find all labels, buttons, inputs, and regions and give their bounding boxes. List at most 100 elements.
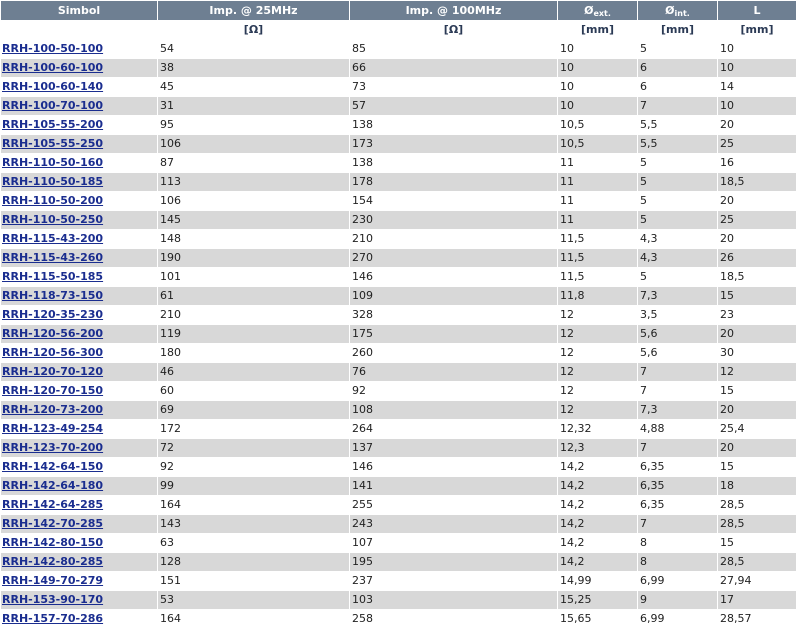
cell-length: 25,4 [718,420,796,438]
product-link[interactable]: RRH-110-50-250 [2,213,103,226]
table-row: RRH-149-70-279 151 237 14,99 6,99 27,94 [1,572,796,590]
col-header-length[interactable]: L [718,1,796,20]
cell-imp25: 87 [158,154,349,172]
col-header-simbol[interactable]: Simbol [1,1,157,20]
unit-inner-diameter: [mm] [638,21,717,39]
cell-imp100: 270 [350,249,557,267]
product-link[interactable]: RRH-153-90-170 [2,593,103,606]
product-link[interactable]: RRH-120-70-150 [2,384,103,397]
table-row: RRH-118-73-150 61 109 11,8 7,3 15 [1,287,796,305]
product-link[interactable]: RRH-115-50-185 [2,270,103,283]
product-link[interactable]: RRH-100-50-100 [2,42,103,55]
product-link[interactable]: RRH-149-70-279 [2,574,103,587]
cell-simbol: RRH-142-80-150 [1,534,157,552]
product-link[interactable]: RRH-157-70-286 [2,612,103,625]
table-row: RRH-142-80-150 63 107 14,2 8 15 [1,534,796,552]
table-row: RRH-157-70-286 164 258 15,65 6,99 28,57 [1,610,796,628]
product-link[interactable]: RRH-142-64-150 [2,460,103,473]
col-header-inner-diameter[interactable]: Øint. [638,1,717,20]
cell-inner-diameter: 4,88 [638,420,717,438]
cell-inner-diameter: 6 [638,59,717,77]
product-link[interactable]: RRH-123-70-200 [2,441,103,454]
cell-length: 15 [718,458,796,476]
product-link[interactable]: RRH-142-80-285 [2,555,103,568]
cell-length: 12 [718,363,796,381]
product-link[interactable]: RRH-123-49-254 [2,422,103,435]
product-link[interactable]: RRH-120-70-120 [2,365,103,378]
cell-outer-diameter: 14,2 [558,477,637,495]
product-link[interactable]: RRH-105-55-250 [2,137,103,150]
product-link[interactable]: RRH-120-35-230 [2,308,103,321]
cell-imp100: 178 [350,173,557,191]
cell-simbol: RRH-123-49-254 [1,420,157,438]
product-link[interactable]: RRH-105-55-200 [2,118,103,131]
cell-inner-diameter: 7 [638,97,717,115]
table-row: RRH-100-70-100 31 57 10 7 10 [1,97,796,115]
cell-imp25: 60 [158,382,349,400]
cell-imp25: 106 [158,135,349,153]
cell-outer-diameter: 14,2 [558,496,637,514]
product-link[interactable]: RRH-142-64-180 [2,479,103,492]
cell-imp25: 92 [158,458,349,476]
cell-simbol: RRH-120-73-200 [1,401,157,419]
cell-length: 14 [718,78,796,96]
cell-imp100: 264 [350,420,557,438]
cell-length: 20 [718,439,796,457]
cell-outer-diameter: 10 [558,78,637,96]
cell-outer-diameter: 15,65 [558,610,637,628]
cell-simbol: RRH-120-70-150 [1,382,157,400]
cell-imp25: 148 [158,230,349,248]
product-link[interactable]: RRH-120-56-200 [2,327,103,340]
product-link[interactable]: RRH-120-56-300 [2,346,103,359]
cell-simbol: RRH-100-70-100 [1,97,157,115]
cell-imp100: 138 [350,154,557,172]
cell-inner-diameter: 6,35 [638,496,717,514]
product-link[interactable]: RRH-120-73-200 [2,403,103,416]
table-row: RRH-115-43-260 190 270 11,5 4,3 26 [1,249,796,267]
product-link[interactable]: RRH-110-50-160 [2,156,103,169]
product-link[interactable]: RRH-100-70-100 [2,99,103,112]
units-row: [Ω] [Ω] [mm] [mm] [mm] [1,21,796,39]
table-row: RRH-142-64-180 99 141 14,2 6,35 18 [1,477,796,495]
cell-imp25: 119 [158,325,349,343]
table-row: RRH-110-50-185 113 178 11 5 18,5 [1,173,796,191]
product-link[interactable]: RRH-100-60-140 [2,80,103,93]
product-link[interactable]: RRH-110-50-200 [2,194,103,207]
cell-length: 10 [718,59,796,77]
product-link[interactable]: RRH-142-80-150 [2,536,103,549]
product-link[interactable]: RRH-142-70-285 [2,517,103,530]
cell-simbol: RRH-100-60-100 [1,59,157,77]
cell-imp25: 46 [158,363,349,381]
cell-imp100: 107 [350,534,557,552]
cell-imp25: 172 [158,420,349,438]
cell-simbol: RRH-100-60-140 [1,78,157,96]
cell-imp100: 108 [350,401,557,419]
cell-inner-diameter: 7 [638,363,717,381]
cell-outer-diameter: 12,3 [558,439,637,457]
cell-outer-diameter: 15,25 [558,591,637,609]
col-header-outer-diameter[interactable]: Øext. [558,1,637,20]
product-link[interactable]: RRH-115-43-260 [2,251,103,264]
table-row: RRH-115-43-200 148 210 11,5 4,3 20 [1,230,796,248]
cell-simbol: RRH-100-50-100 [1,40,157,58]
col-header-imp25[interactable]: Imp. @ 25MHz [158,1,349,20]
product-link[interactable]: RRH-100-60-100 [2,61,103,74]
product-link[interactable]: RRH-118-73-150 [2,289,103,302]
cell-imp25: 54 [158,40,349,58]
product-link[interactable]: RRH-115-43-200 [2,232,103,245]
cell-length: 17 [718,591,796,609]
cell-length: 30 [718,344,796,362]
col-header-imp100[interactable]: Imp. @ 100MHz [350,1,557,20]
table-row: RRH-142-64-285 164 255 14,2 6,35 28,5 [1,496,796,514]
product-link[interactable]: RRH-110-50-185 [2,175,103,188]
cell-simbol: RRH-157-70-286 [1,610,157,628]
cell-imp100: 154 [350,192,557,210]
cell-imp100: 237 [350,572,557,590]
product-link[interactable]: RRH-142-64-285 [2,498,103,511]
cell-inner-diameter: 8 [638,553,717,571]
cell-imp25: 180 [158,344,349,362]
cell-inner-diameter: 7,3 [638,401,717,419]
cell-imp100: 175 [350,325,557,343]
cell-length: 15 [718,287,796,305]
cell-outer-diameter: 11 [558,211,637,229]
